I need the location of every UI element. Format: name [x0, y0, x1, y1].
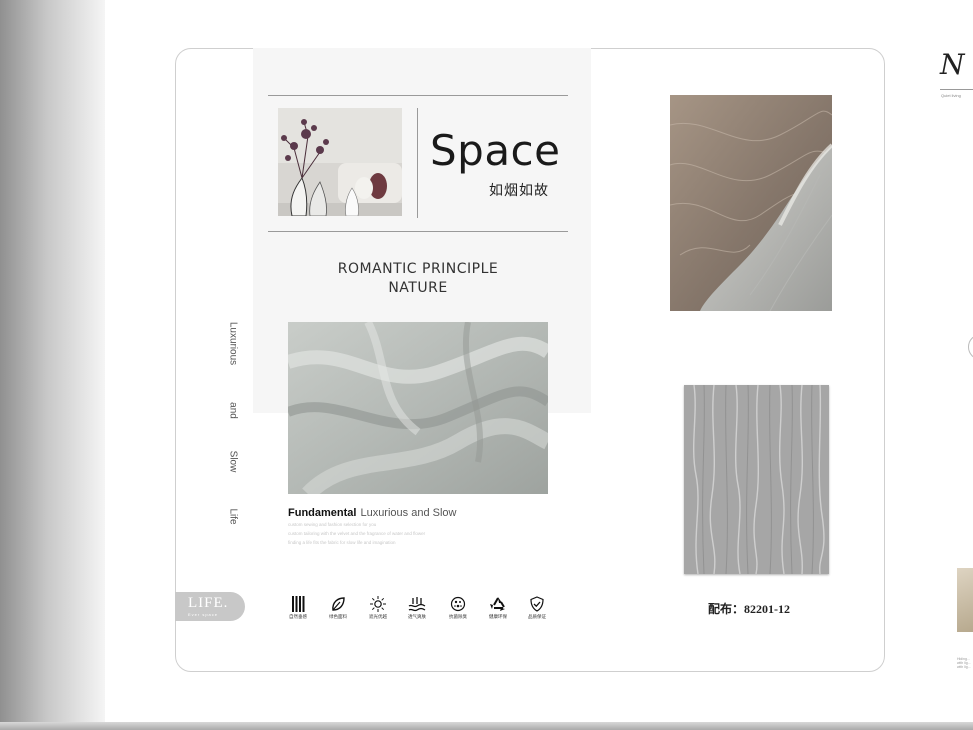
vertical-stripes-icon [292, 596, 305, 612]
next-page-footer-text: Hiding... with lig... with lig... [957, 657, 971, 669]
next-page-photo [957, 568, 973, 632]
feature-eco: 健康环保 [480, 596, 516, 620]
feature-antibacterial: 抗菌除臭 [440, 596, 476, 620]
fundamental-line-3: finding a life fits the fabric for slow … [288, 540, 396, 545]
cover-tagline: ROMANTIC PRINCIPLE NATURE [288, 260, 548, 298]
product-code: 配布：82201-12 [708, 602, 790, 616]
antibacterial-icon [450, 596, 466, 612]
feature-label: 抗菌除臭 [449, 614, 467, 619]
next-page-circle [968, 334, 973, 360]
feature-green: 绿色面料 [320, 596, 356, 620]
feature-drape: 自然垂感 [280, 596, 316, 620]
page-fold-shadow [0, 0, 105, 730]
next-page-subtitle: Quiet living [941, 93, 961, 98]
feature-label: 健康环保 [489, 614, 507, 619]
life-badge-subtitle: Ever space [188, 612, 219, 617]
draped-fabric-photo [288, 322, 548, 494]
fundamental-line-2: custom tailoring with the velvet and the… [288, 531, 426, 536]
life-badge-title: LIFE. [188, 595, 229, 611]
next-page-rule [940, 89, 973, 90]
feature-blackout: 遮光优越 [360, 596, 396, 620]
fundamental-subtitle: Luxurious and Slow [360, 507, 457, 519]
fundamental-title: Fundamental [288, 507, 357, 519]
life-badge: LIFE. Ever space [175, 592, 245, 621]
vertical-word-2: and [227, 402, 239, 419]
tagline-line-2: NATURE [388, 280, 448, 296]
feature-label: 品质保证 [528, 614, 546, 619]
feature-label: 绿色面料 [329, 614, 347, 619]
feature-label: 自然垂感 [289, 614, 307, 619]
fundamental-heading: Fundamental Luxurious and Slow [288, 507, 456, 519]
top-rule [268, 95, 568, 96]
feature-label: 遮光优越 [369, 614, 387, 619]
vertical-word-4: Life [227, 508, 239, 525]
sun-icon [370, 596, 386, 612]
cover-title: Space [430, 126, 561, 175]
feature-breathable: 透气爽肤 [399, 596, 435, 620]
vase-photo [278, 108, 402, 216]
tagline-line-1: ROMANTIC PRINCIPLE [337, 261, 499, 277]
leaf-icon [332, 597, 345, 611]
feature-quality: 品质保证 [519, 596, 555, 620]
fabric-swatch-texture [684, 385, 829, 574]
bottom-rule [268, 231, 568, 232]
shield-check-icon [530, 596, 544, 612]
cover-subtitle-cn: 如烟如故 [489, 182, 549, 198]
feature-label: 透气爽肤 [408, 614, 426, 619]
next-page-title: N [940, 48, 965, 81]
page-bottom-edge [0, 722, 973, 730]
fundamental-line-1: custom sewing and fashion selection for … [288, 522, 377, 527]
vertical-word-3: Slow [227, 450, 239, 473]
breathable-icon [408, 597, 426, 612]
recycle-icon [490, 597, 505, 611]
vertical-word-1: Luxurious [227, 321, 239, 366]
fabric-sample-folded [670, 95, 832, 311]
title-divider [417, 108, 418, 218]
